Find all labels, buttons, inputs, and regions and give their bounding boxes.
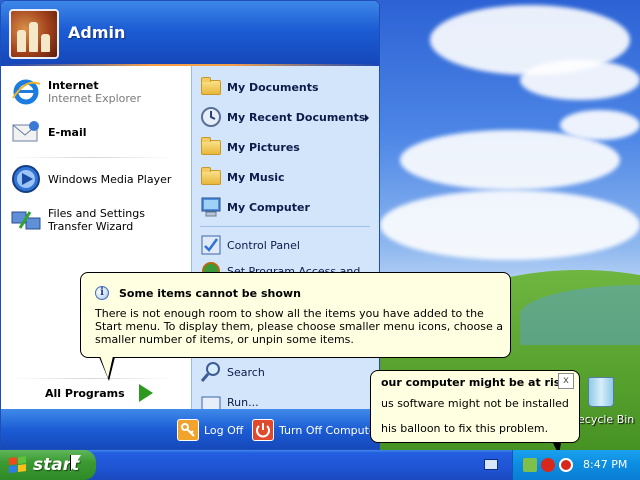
recycle-bin-icon — [588, 377, 614, 407]
right-item-label: Control Panel — [227, 238, 300, 252]
right-item-label: Search — [227, 365, 265, 379]
media-player-icon — [10, 163, 42, 195]
all-programs-button[interactable]: All Programs — [45, 384, 153, 402]
right-item-label: My Computer — [227, 200, 310, 214]
computer-icon — [200, 196, 222, 218]
balloon-body: There is not enough room to show all the… — [95, 307, 503, 346]
security-balloon-tip[interactable]: our computer might be at risk us softwar… — [370, 370, 580, 455]
pinned-item-title: Internet — [48, 79, 99, 92]
start-button[interactable]: start — [0, 450, 96, 480]
turn-off-computer-button[interactable]: Turn Off Computer — [252, 419, 380, 441]
recent-documents-icon — [200, 106, 222, 128]
network-icon[interactable] — [523, 458, 537, 472]
right-item-control-panel[interactable]: Control Panel — [200, 234, 300, 256]
email-icon — [10, 116, 42, 148]
right-item-label: Run... — [227, 395, 259, 409]
right-item-my-computer[interactable]: My Computer — [200, 196, 310, 218]
start-menu-balloon-tip[interactable]: i Some items cannot be shown There is no… — [80, 272, 511, 381]
right-item-label: My Documents — [227, 80, 319, 94]
security-balloon-line: his balloon to fix this problem. — [381, 422, 549, 435]
recent-item-transfer-wizard[interactable]: Files and Settings Transfer Wizard — [10, 204, 185, 236]
right-item-label: My Pictures — [227, 140, 300, 154]
right-item-search[interactable]: Search — [200, 361, 265, 383]
recycle-bin-label: ecycle Bin — [578, 413, 635, 426]
right-item-label: My Recent Documents — [227, 110, 366, 124]
close-icon[interactable]: x — [558, 373, 574, 389]
right-item-my-recent-documents[interactable]: My Recent Documents — [200, 106, 365, 128]
recent-item-media-player[interactable]: Windows Media Player — [10, 163, 185, 195]
folder-icon — [200, 76, 222, 98]
security-balloon-title: our computer might be at risk — [381, 376, 568, 389]
windows-flag-icon — [9, 456, 27, 474]
pinned-item-title: E-mail — [48, 125, 87, 139]
start-menu-header: Admin — [1, 1, 379, 66]
turn-off-label: Turn Off Computer — [279, 423, 380, 437]
right-item-label: My Music — [227, 170, 285, 184]
taskbar: start 8:47 PM — [0, 450, 640, 480]
security-alert-icon[interactable] — [541, 458, 555, 472]
folder-icon — [200, 166, 222, 188]
start-menu: Admin Internet Internet Explorer E-mail — [0, 0, 380, 450]
right-separator — [200, 226, 370, 227]
user-avatar[interactable] — [9, 9, 59, 59]
clock[interactable]: 8:47 PM — [583, 458, 627, 471]
folder-icon — [200, 136, 222, 158]
log-off-label: Log Off — [204, 423, 244, 437]
balloon-title: Some items cannot be shown — [119, 287, 301, 300]
recent-item-label: Windows Media Player — [48, 172, 172, 186]
info-icon: i — [95, 286, 109, 300]
recent-item-label: Files and Settings Transfer Wizard — [48, 207, 145, 233]
right-item-my-music[interactable]: My Music — [200, 166, 285, 188]
right-item-my-documents[interactable]: My Documents — [200, 76, 319, 98]
search-icon — [200, 361, 222, 383]
key-icon — [177, 419, 199, 441]
green-arrow-icon — [138, 384, 153, 402]
right-item-my-pictures[interactable]: My Pictures — [200, 136, 300, 158]
control-panel-icon — [200, 234, 222, 256]
pinned-item-email[interactable]: E-mail — [10, 116, 185, 148]
security-center-icon[interactable] — [559, 458, 573, 472]
pinned-item-internet[interactable]: Internet Internet Explorer — [10, 76, 185, 108]
pinned-item-subtitle: Internet Explorer — [48, 92, 141, 105]
all-programs-separator — [12, 378, 172, 379]
all-programs-label: All Programs — [45, 386, 125, 400]
transfer-wizard-icon — [10, 204, 42, 236]
start-menu-footer: Log Off Turn Off Computer — [1, 409, 380, 449]
submenu-arrow-icon — [365, 114, 369, 122]
power-icon — [252, 419, 274, 441]
log-off-button[interactable]: Log Off — [177, 419, 243, 441]
pinned-separator — [12, 157, 172, 158]
user-name: Admin — [68, 23, 126, 42]
internet-explorer-icon — [10, 76, 42, 108]
security-balloon-line: us software might not be installed — [381, 397, 569, 410]
keyboard-icon[interactable] — [484, 459, 498, 470]
mouse-cursor-icon — [70, 455, 81, 472]
